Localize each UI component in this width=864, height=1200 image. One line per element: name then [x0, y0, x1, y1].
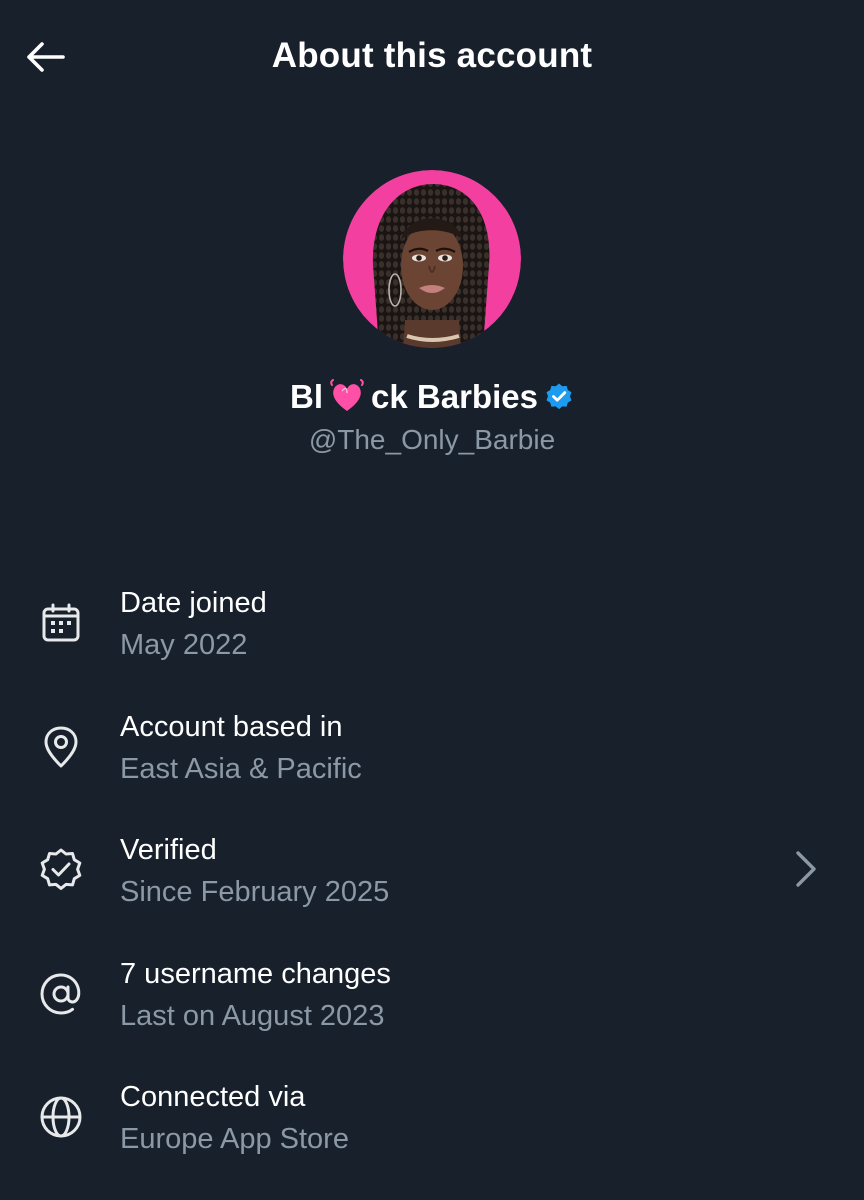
info-value: Europe App Store: [120, 1123, 349, 1155]
info-item-date-joined: Date joined May 2022: [0, 578, 864, 702]
pink-heart-icon: [330, 379, 364, 411]
profile-section: Bl ck Barbies @The_Only_Barbie: [0, 170, 864, 456]
info-item-username-changes: 7 username changes Last on August 2023: [0, 949, 864, 1073]
info-label: Account based in: [120, 710, 343, 743]
handle: @The_Only_Barbie: [308, 424, 556, 455]
location-pin-icon: [38, 724, 84, 770]
page-title: About this account: [271, 36, 593, 75]
info-value: Since February 2025: [120, 876, 390, 908]
verified-badge-icon: [38, 847, 84, 893]
info-label: Date joined: [120, 587, 267, 619]
info-label: Connected via: [120, 1081, 306, 1113]
info-label: 7 username changes: [120, 957, 391, 990]
display-name-prefix: Bl: [290, 378, 324, 415]
info-label: Verified: [120, 834, 217, 866]
display-name-suffix: ck Barbies: [371, 378, 538, 415]
at-sign-icon: [38, 971, 84, 1017]
display-name-row: Bl ck Barbies: [0, 375, 864, 419]
globe-icon: [38, 1094, 84, 1140]
top-bar: About this account: [0, 0, 864, 108]
calendar-icon: [38, 600, 84, 646]
about-account-screen: About this account Bl ck Barbies @The_On…: [0, 0, 864, 1200]
chevron-right-icon[interactable]: [790, 849, 820, 889]
avatar[interactable]: [343, 170, 521, 348]
info-value: May 2022: [120, 629, 248, 661]
account-info-list: Date joined May 2022 Account based in Ea…: [0, 578, 864, 1196]
info-item-verified[interactable]: Verified Since February 2025: [0, 825, 864, 949]
info-value: East Asia & Pacific: [120, 752, 362, 785]
info-item-connected-via: Connected via Europe App Store: [0, 1072, 864, 1196]
verified-badge-icon[interactable]: [544, 382, 574, 412]
info-item-account-based-in: Account based in East Asia & Pacific: [0, 702, 864, 826]
info-value: Last on August 2023: [120, 999, 385, 1032]
